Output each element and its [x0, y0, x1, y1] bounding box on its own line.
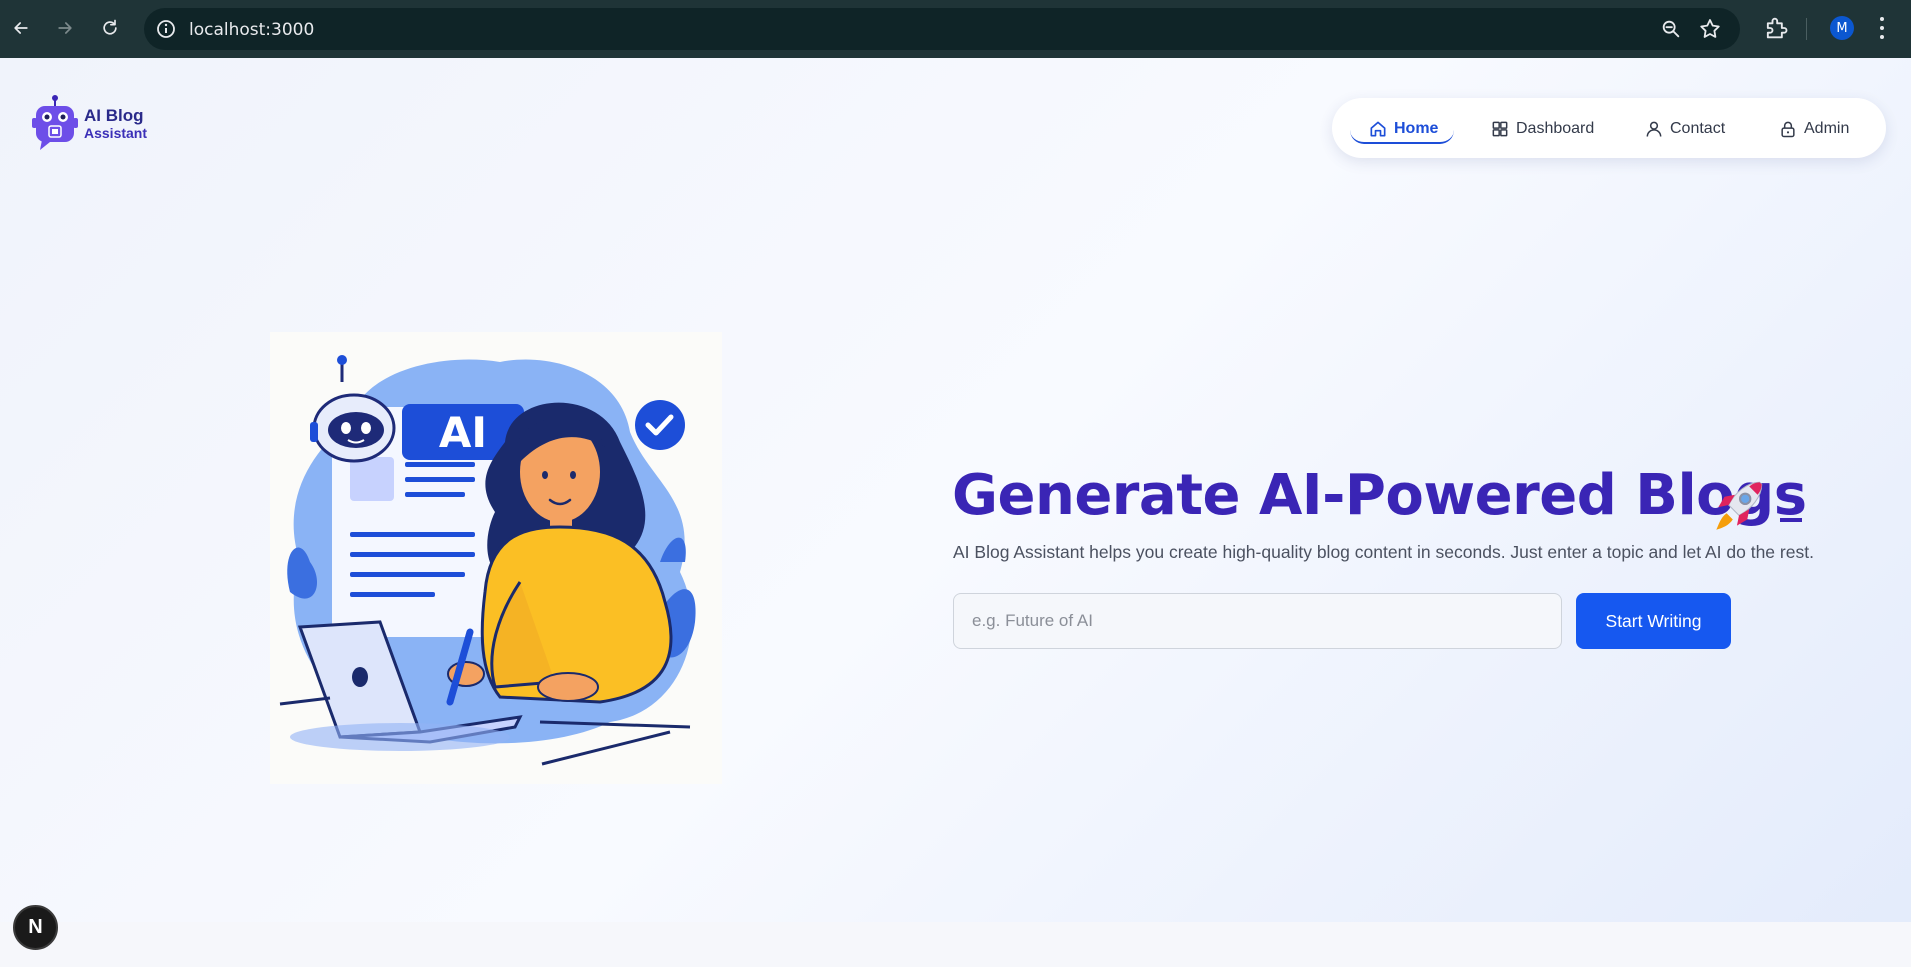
- profile-avatar[interactable]: M: [1830, 16, 1854, 40]
- lock-icon: [1781, 121, 1795, 138]
- rocket-icon: [1716, 481, 1763, 530]
- nav-item-admin[interactable]: Admin: [1778, 114, 1849, 144]
- browser-toolbar: localhost:3000 M: [0, 0, 1911, 58]
- browser-menu-button[interactable]: [1877, 15, 1887, 41]
- page-footer-strip: [0, 922, 1911, 967]
- nav-label-dashboard: Dashboard: [1516, 120, 1595, 137]
- nav-label-home: Home: [1394, 120, 1439, 137]
- hero-headline: Generate AI-Powered Blogs: [952, 463, 1807, 528]
- toolbar-divider: [1806, 18, 1807, 40]
- url-text[interactable]: localhost:3000: [189, 20, 314, 40]
- nav-label-admin: Admin: [1804, 120, 1850, 137]
- arrow-right-icon: [58, 22, 72, 34]
- robot-logo-icon: [32, 95, 78, 150]
- nav-item-dashboard[interactable]: Dashboard: [1490, 114, 1594, 144]
- brand-logo[interactable]: AI Blog Assistant: [30, 94, 147, 152]
- brand-subname: Assistant: [84, 124, 148, 141]
- dashboard-icon: [1492, 121, 1508, 137]
- main-navigation: Home Dashboard Contact Admin: [1332, 98, 1886, 158]
- reload-icon: [103, 19, 117, 35]
- topic-input[interactable]: [953, 593, 1562, 649]
- home-icon: [1370, 121, 1386, 137]
- typing-cursor: [1780, 518, 1802, 522]
- arrow-left-icon: [14, 22, 28, 34]
- illustration-ai-label: AI: [439, 408, 487, 457]
- forward-button[interactable]: [51, 14, 79, 42]
- nav-item-home[interactable]: Home: [1368, 114, 1438, 144]
- woman-writing-illustration: AI: [279, 355, 696, 766]
- start-writing-button[interactable]: Start Writing: [1576, 593, 1731, 649]
- brand-name: AI Blog: [84, 105, 144, 125]
- page-background: AI Blog Assistant Home Dashboard Contact…: [0, 58, 1911, 967]
- user-icon: [1646, 121, 1662, 137]
- zoom-out-icon[interactable]: [1660, 18, 1682, 40]
- nextjs-dev-badge[interactable]: N: [13, 905, 58, 950]
- nav-label-contact: Contact: [1670, 120, 1726, 137]
- site-info-icon[interactable]: [154, 17, 178, 41]
- hero-illustration: AI: [270, 332, 722, 784]
- bookmark-star-icon[interactable]: [1698, 17, 1722, 41]
- address-bar[interactable]: localhost:3000: [144, 8, 1740, 50]
- reload-button[interactable]: [96, 14, 124, 42]
- nav-item-contact[interactable]: Contact: [1644, 114, 1725, 144]
- back-button[interactable]: [7, 14, 35, 42]
- hero-subtitle: AI Blog Assistant helps you create high-…: [953, 542, 1814, 562]
- extensions-icon[interactable]: [1762, 14, 1790, 42]
